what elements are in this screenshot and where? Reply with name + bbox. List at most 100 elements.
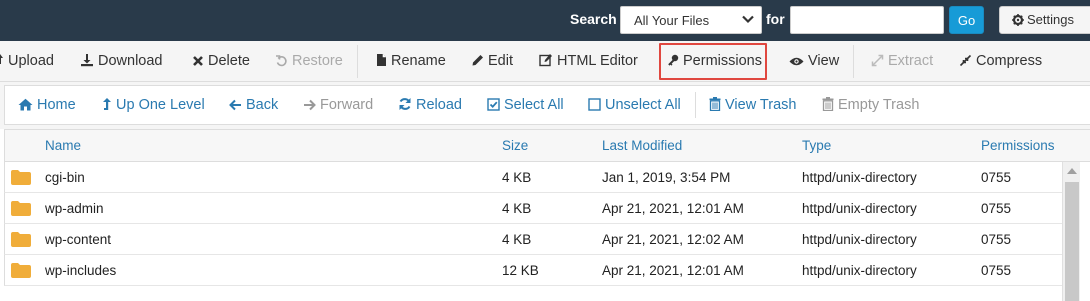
file-permissions: 0755 (981, 232, 1012, 247)
file-name[interactable]: wp-admin (45, 193, 104, 224)
column-header-permissions[interactable]: Permissions (981, 130, 1055, 161)
home-button[interactable]: Home (18, 86, 76, 124)
column-header-type[interactable]: Type (802, 130, 831, 161)
settings-button[interactable]: Settings (999, 6, 1090, 34)
permissions-highlight (659, 43, 767, 80)
forward-label: Forward (320, 97, 374, 113)
back-label: Back (246, 97, 279, 113)
nav-divider (695, 92, 696, 118)
upload-icon (0, 54, 3, 64)
trash-icon (709, 97, 721, 112)
table-row[interactable]: cgi-bin 4 KB Jan 1, 2019, 3:54 PM httpd/… (4, 162, 1062, 193)
unselect-all-button[interactable]: Unselect All (588, 86, 681, 124)
close-icon (193, 56, 203, 66)
toolbar-divider (853, 45, 854, 78)
home-label: Home (37, 97, 76, 113)
edit-label: Edit (488, 53, 513, 69)
upload-button[interactable]: Upload (0, 41, 54, 82)
undo-icon (276, 55, 287, 67)
checked-checkbox-icon (487, 98, 500, 111)
settings-label: Settings (1027, 12, 1074, 27)
view-trash-label: View Trash (725, 97, 797, 113)
toolbar-divider (357, 45, 358, 78)
file-permissions: 0755 (981, 170, 1012, 185)
file-table-header: Name Size Last Modified Type Permissions (4, 129, 1090, 162)
gear-icon (1012, 14, 1024, 26)
view-button[interactable]: View (789, 41, 839, 82)
table-row[interactable]: wp-admin 4 KB Apr 21, 2021, 12:01 AM htt… (4, 193, 1062, 224)
file-permissions: 0755 (981, 263, 1012, 278)
arrow-left-icon (229, 99, 241, 111)
extract-button[interactable]: Extract (871, 41, 933, 82)
file-size: 4 KB (502, 201, 532, 216)
forward-button[interactable]: Forward (303, 86, 373, 124)
file-toolbar: Upload Download Delete Restore Rename Ed… (0, 41, 1090, 82)
vertical-scrollbar[interactable] (1062, 162, 1080, 301)
file-modified: Apr 21, 2021, 12:02 AM (602, 232, 744, 247)
go-button[interactable]: Go (949, 6, 984, 34)
folder-icon (11, 263, 31, 278)
folder-icon (11, 170, 31, 185)
column-header-size[interactable]: Size (502, 130, 528, 161)
file-modified: Apr 21, 2021, 12:01 AM (602, 201, 744, 216)
file-permissions: 0755 (981, 201, 1012, 216)
trash-icon (822, 97, 834, 112)
eye-icon (789, 57, 804, 66)
folder-icon (11, 201, 31, 216)
view-trash-button[interactable]: View Trash (709, 86, 796, 124)
compress-icon (959, 54, 972, 67)
edit-document-icon (539, 54, 552, 67)
empty-trash-label: Empty Trash (838, 97, 920, 113)
checkbox-icon (588, 98, 601, 111)
file-name[interactable]: cgi-bin (45, 162, 85, 193)
scrollbar-thumb[interactable] (1065, 182, 1079, 301)
html-editor-button[interactable]: HTML Editor (539, 41, 638, 82)
file-name[interactable]: wp-content (45, 224, 111, 255)
refresh-icon (399, 98, 411, 110)
table-row[interactable]: wp-includes 12 KB Apr 21, 2021, 12:01 AM… (4, 255, 1062, 286)
column-header-last-modified[interactable]: Last Modified (602, 130, 682, 161)
file-type: httpd/unix-directory (802, 263, 917, 278)
folder-icon (11, 232, 31, 247)
rename-button[interactable]: Rename (376, 41, 446, 82)
pencil-icon (472, 55, 483, 66)
file-icon (377, 54, 386, 66)
search-scope-value: All Your Files (634, 13, 710, 28)
chevron-down-icon (742, 15, 754, 24)
html-editor-label: HTML Editor (557, 53, 638, 69)
search-scope-select[interactable]: All Your Files (620, 6, 762, 34)
compress-button[interactable]: Compress (959, 41, 1042, 82)
unselect-all-label: Unselect All (605, 97, 681, 113)
rename-label: Rename (391, 53, 446, 69)
file-size: 4 KB (502, 232, 532, 247)
expand-icon (871, 54, 884, 67)
reload-button[interactable]: Reload (398, 86, 462, 124)
search-input[interactable] (790, 6, 944, 34)
for-label: for (766, 11, 785, 27)
up-one-level-button[interactable]: Up One Level (102, 86, 205, 124)
file-type: httpd/unix-directory (802, 170, 917, 185)
download-icon (81, 54, 93, 67)
delete-button[interactable]: Delete (192, 41, 250, 82)
select-all-label: Select All (504, 97, 564, 113)
restore-button[interactable]: Restore (275, 41, 343, 82)
navigation-area: Home Up One Level Back Forward Reload Se… (0, 82, 1090, 129)
delete-label: Delete (208, 53, 250, 69)
upload-label: Upload (8, 53, 54, 69)
scroll-up-arrow-icon[interactable] (1067, 168, 1077, 174)
edit-button[interactable]: Edit (471, 41, 513, 82)
navigation-bar: Home Up One Level Back Forward Reload Se… (4, 85, 1090, 125)
file-name[interactable]: wp-includes (45, 255, 116, 286)
empty-trash-button[interactable]: Empty Trash (822, 86, 919, 124)
download-button[interactable]: Download (80, 41, 163, 82)
level-up-icon (103, 98, 111, 110)
search-bar: Search All Your Files for Go Settings (0, 0, 1090, 41)
column-header-name[interactable]: Name (45, 130, 81, 161)
file-type: httpd/unix-directory (802, 232, 917, 247)
back-button[interactable]: Back (229, 86, 278, 124)
home-icon (18, 98, 33, 111)
file-size: 4 KB (502, 170, 532, 185)
table-row[interactable]: wp-content 4 KB Apr 21, 2021, 12:02 AM h… (4, 224, 1062, 255)
reload-label: Reload (416, 97, 462, 113)
select-all-button[interactable]: Select All (487, 86, 564, 124)
